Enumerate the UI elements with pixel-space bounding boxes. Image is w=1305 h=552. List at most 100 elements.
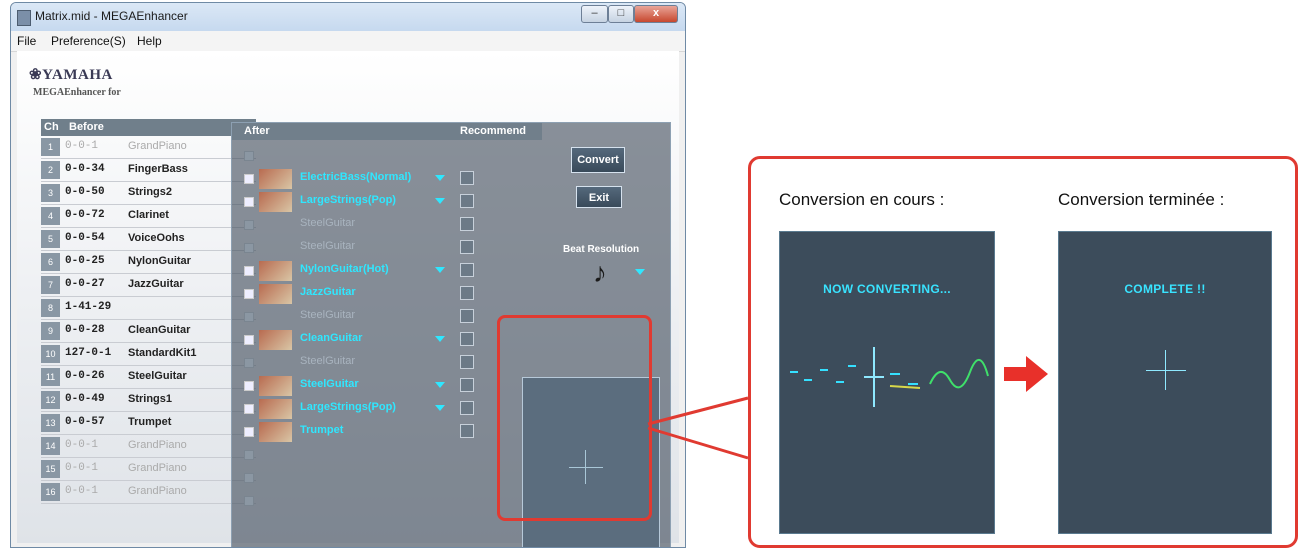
recommend-checkbox[interactable] — [460, 217, 474, 231]
table-row[interactable]: 6 0-0-25 NylonGuitar — [41, 251, 256, 274]
enable-checkbox[interactable] — [244, 174, 254, 184]
table-row[interactable]: 14 0-0-1 GrandPiano — [41, 435, 256, 458]
enable-checkbox[interactable] — [244, 404, 254, 414]
table-row[interactable]: 11 0-0-26 SteelGuitar — [41, 366, 256, 389]
voice-name: GrandPiano — [128, 439, 187, 451]
enable-checkbox[interactable] — [244, 243, 254, 253]
app-subtitle: MEGAEnhancer for — [33, 87, 121, 98]
table-row[interactable]: 8 1-41-29 — [41, 297, 256, 320]
voice-name: SteelGuitar — [128, 370, 187, 382]
enable-checkbox[interactable] — [244, 335, 254, 345]
channel-number: 14 — [41, 437, 60, 455]
table-row[interactable]: 2 0-0-34 FingerBass — [41, 159, 256, 182]
table-row[interactable]: 1 0-0-1 GrandPiano — [41, 136, 256, 159]
after-column-header: After — [244, 125, 270, 137]
after-row[interactable] — [232, 490, 542, 512]
enable-checkbox[interactable] — [244, 496, 254, 506]
after-row[interactable]: SteelGuitar — [232, 306, 542, 328]
after-row[interactable]: JazzGuitar — [232, 283, 542, 305]
program-change: 0-0-28 — [65, 324, 105, 336]
program-change: 0-0-1 — [65, 439, 99, 451]
convert-button[interactable]: Convert — [571, 147, 625, 173]
enable-checkbox[interactable] — [244, 266, 254, 276]
program-change: 0-0-54 — [65, 232, 105, 244]
program-change: 0-0-1 — [65, 462, 99, 474]
recommend-checkbox[interactable] — [460, 240, 474, 254]
menu-file[interactable]: File — [17, 34, 36, 48]
table-row[interactable]: 5 0-0-54 VoiceOohs — [41, 228, 256, 251]
voice-dropdown-icon[interactable] — [435, 336, 445, 342]
after-row[interactable]: SteelGuitar — [232, 352, 542, 374]
table-row[interactable]: 4 0-0-72 Clarinet — [41, 205, 256, 228]
table-row[interactable]: 13 0-0-57 Trumpet — [41, 412, 256, 435]
table-row[interactable]: 9 0-0-28 CleanGuitar — [41, 320, 256, 343]
recommend-checkbox[interactable] — [460, 401, 474, 415]
after-voice-name: LargeStrings(Pop) — [300, 194, 396, 206]
voice-dropdown-icon[interactable] — [435, 175, 445, 181]
enable-checkbox[interactable] — [244, 381, 254, 391]
recommend-checkbox[interactable] — [460, 424, 474, 438]
after-row[interactable]: LargeStrings(Pop) — [232, 398, 542, 420]
after-row[interactable]: ElectricBass(Normal) — [232, 168, 542, 190]
recommend-checkbox[interactable] — [460, 332, 474, 346]
before-header: Ch Before — [41, 119, 256, 136]
enable-checkbox[interactable] — [244, 450, 254, 460]
beat-resolution-dropdown-icon[interactable] — [635, 269, 645, 275]
voice-dropdown-icon[interactable] — [435, 267, 445, 273]
enable-checkbox[interactable] — [244, 358, 254, 368]
recommend-checkbox[interactable] — [460, 378, 474, 392]
after-voice-name: SteelGuitar — [300, 240, 356, 252]
after-row[interactable]: SteelGuitar — [232, 237, 542, 259]
table-row[interactable]: 7 0-0-27 JazzGuitar — [41, 274, 256, 297]
eighth-note-icon: ♪ — [593, 257, 607, 288]
menu-preference[interactable]: Preference(S) — [51, 34, 126, 48]
after-row[interactable] — [232, 467, 542, 489]
before-column-header: Before — [69, 121, 104, 133]
after-row[interactable]: NylonGuitar(Hot) — [232, 260, 542, 282]
recommend-checkbox[interactable] — [460, 309, 474, 323]
recommend-checkbox[interactable] — [460, 263, 474, 277]
recommend-checkbox[interactable] — [460, 171, 474, 185]
voice-dropdown-icon[interactable] — [435, 405, 445, 411]
channel-number: 10 — [41, 345, 60, 363]
recommend-checkbox[interactable] — [460, 355, 474, 369]
close-button[interactable]: x — [634, 5, 678, 23]
program-change: 1-41-29 — [65, 301, 112, 313]
after-row[interactable] — [232, 145, 542, 167]
recommend-checkbox[interactable] — [460, 194, 474, 208]
enable-checkbox[interactable] — [244, 220, 254, 230]
channel-number: 1 — [41, 138, 60, 156]
after-row[interactable]: SteelGuitar — [232, 214, 542, 236]
recommend-checkbox[interactable] — [460, 286, 474, 300]
voice-dropdown-icon[interactable] — [435, 382, 445, 388]
enable-checkbox[interactable] — [244, 312, 254, 322]
enable-checkbox[interactable] — [244, 151, 254, 161]
after-voice-name: JazzGuitar — [300, 286, 356, 298]
program-change: 0-0-27 — [65, 278, 105, 290]
enable-checkbox[interactable] — [244, 473, 254, 483]
exit-button[interactable]: Exit — [576, 186, 622, 208]
table-row[interactable]: 16 0-0-1 GrandPiano — [41, 481, 256, 504]
voice-dropdown-icon[interactable] — [435, 198, 445, 204]
instrument-thumbnail — [259, 376, 292, 396]
after-row[interactable]: CleanGuitar — [232, 329, 542, 351]
after-row[interactable]: LargeStrings(Pop) — [232, 191, 542, 213]
after-row[interactable]: Trumpet — [232, 421, 542, 443]
maximize-button[interactable]: □ — [608, 5, 634, 23]
enable-checkbox[interactable] — [244, 197, 254, 207]
table-row[interactable]: 3 0-0-50 Strings2 — [41, 182, 256, 205]
after-row[interactable]: SteelGuitar — [232, 375, 542, 397]
enable-checkbox[interactable] — [244, 289, 254, 299]
table-row[interactable]: 12 0-0-49 Strings1 — [41, 389, 256, 412]
menu-help[interactable]: Help — [137, 34, 162, 48]
program-change: 0-0-34 — [65, 163, 105, 175]
program-change: 127-0-1 — [65, 347, 112, 359]
after-row[interactable] — [232, 444, 542, 466]
table-row[interactable]: 10 127-0-1 StandardKit1 — [41, 343, 256, 366]
program-change: 0-0-72 — [65, 209, 105, 221]
title-bar[interactable]: Matrix.mid - MEGAEnhancer – □ x — [11, 3, 685, 31]
app-icon — [17, 10, 31, 26]
minimize-button[interactable]: – — [581, 5, 608, 23]
enable-checkbox[interactable] — [244, 427, 254, 437]
table-row[interactable]: 15 0-0-1 GrandPiano — [41, 458, 256, 481]
